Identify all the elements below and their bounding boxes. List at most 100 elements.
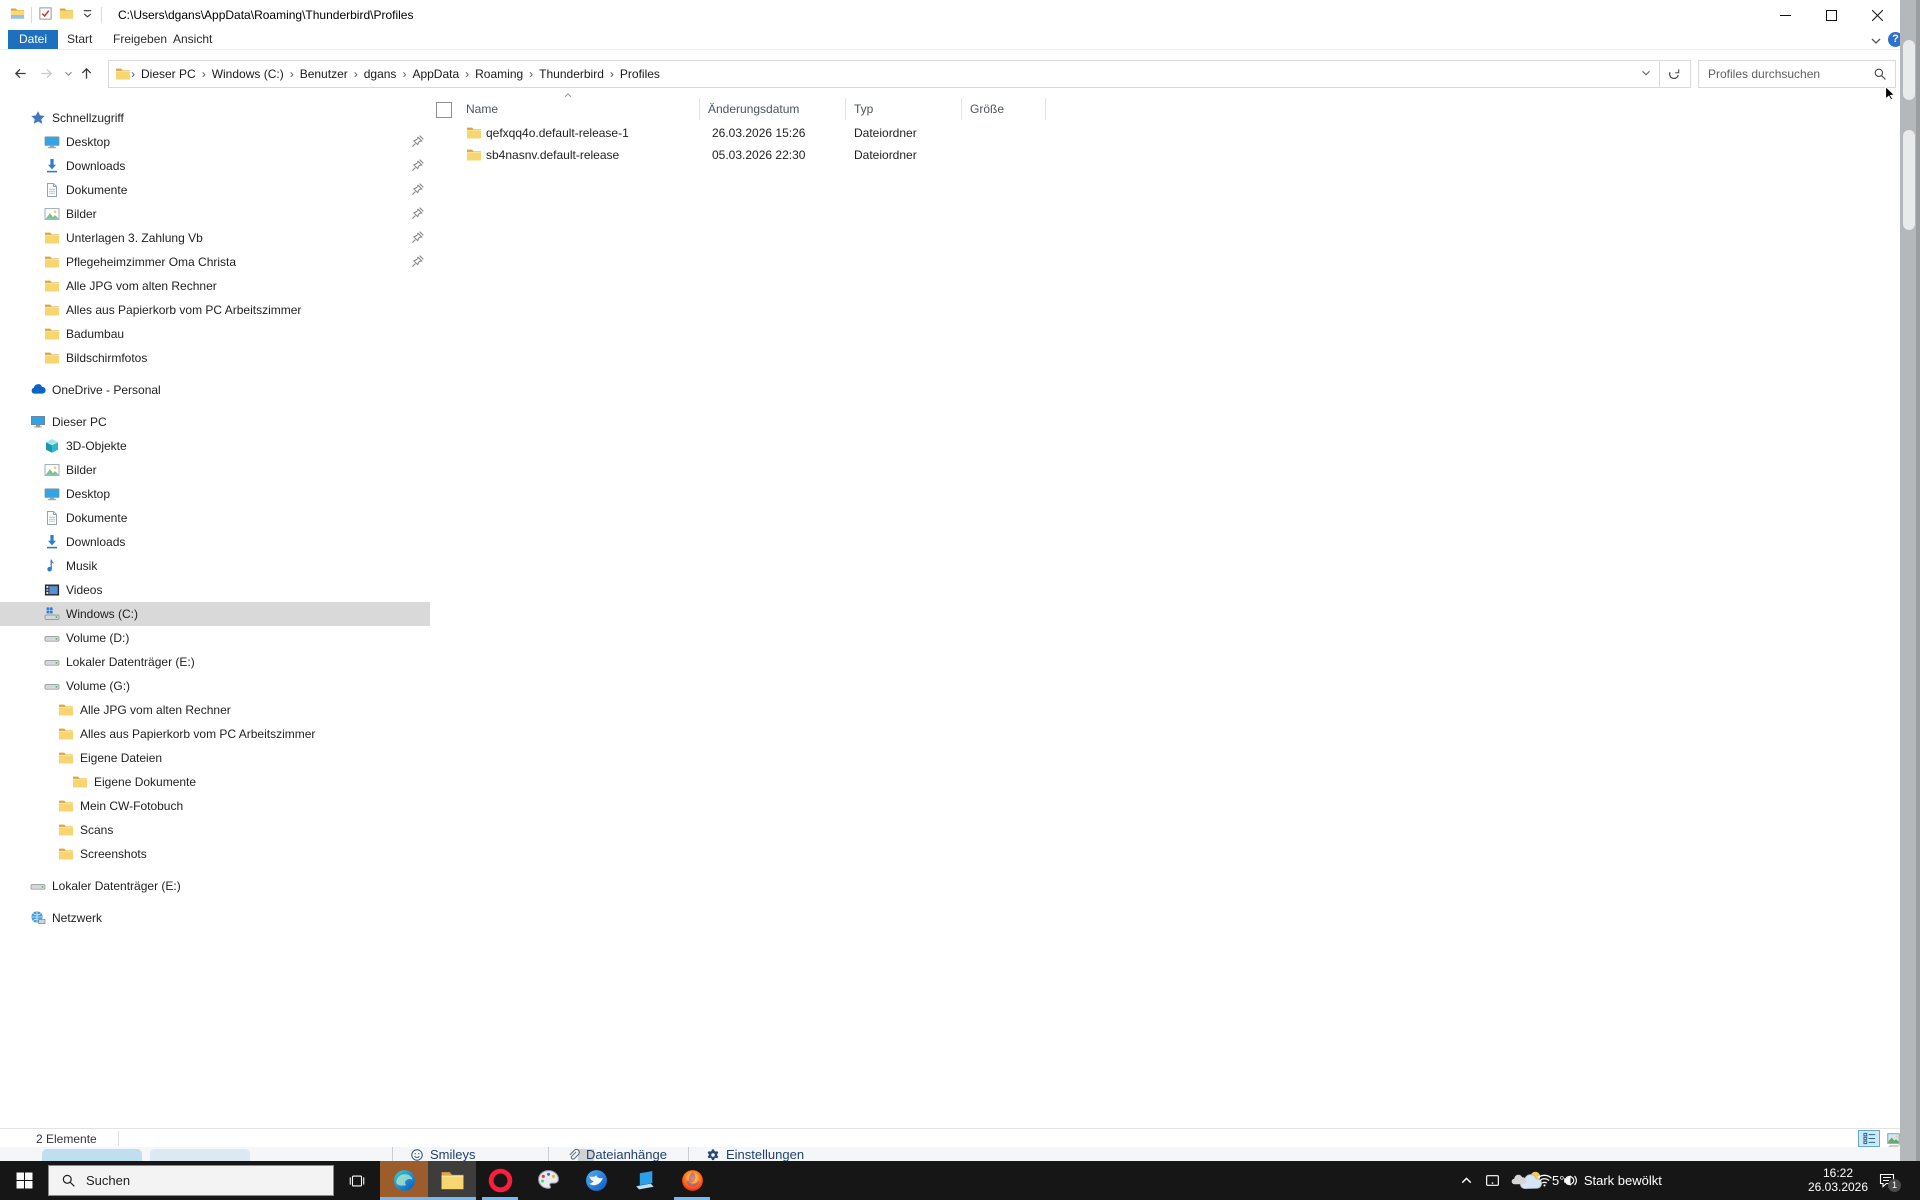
table-row[interactable]: qefxqq4o.default-release-1 26.03.2026 15:…	[430, 122, 1630, 144]
forward-button[interactable]	[34, 61, 58, 85]
sidebar-item-pflegeheimzimmer-oma-christa[interactable]: Pflegeheimzimmer Oma Christa	[0, 250, 430, 274]
tray-chevron-up-icon[interactable]	[1458, 1172, 1475, 1189]
qat-chevron-down-icon[interactable]	[80, 6, 95, 24]
sidebar-item-schnellzugriff[interactable]: Schnellzugriff	[0, 106, 430, 130]
background-toolbar-dateianhänge[interactable]: Dateianhänge	[566, 1147, 667, 1161]
sidebar-item-volume-g-[interactable]: Volume (G:)	[0, 674, 430, 698]
address-bar[interactable]: › Dieser PC › Windows (C:) › Benutzer › dgans › A…	[108, 60, 1660, 88]
breadcrumb-item[interactable]: Thunderbird	[533, 62, 610, 86]
sidebar-item-bildschirmfotos[interactable]: Bildschirmfotos	[0, 346, 430, 370]
breadcrumb-item[interactable]: Profiles	[614, 62, 666, 86]
thunderbird-icon	[584, 1168, 609, 1193]
qat-new-folder-icon[interactable]	[59, 6, 74, 24]
sidebar-item-downloads[interactable]: Downloads	[0, 530, 430, 554]
taskbar-app-opera[interactable]	[476, 1161, 524, 1200]
taskbar-app-device[interactable]	[620, 1161, 668, 1200]
minimize-button[interactable]	[1762, 0, 1808, 30]
breadcrumb-item[interactable]: Benutzer	[294, 62, 354, 86]
taskbar-app-thunderbird[interactable]	[572, 1161, 620, 1200]
background-toolbar-einstellungen[interactable]: Einstellungen	[706, 1147, 804, 1161]
sidebar-item-alle-jpg-vom-alten-rechner[interactable]: Alle JPG vom alten Rechner	[0, 274, 430, 298]
sidebar-item-scans[interactable]: Scans	[0, 818, 430, 842]
sidebar-item-lokaler-datentr-ger-e-[interactable]: Lokaler Datenträger (E:)	[0, 874, 430, 898]
cube-icon	[44, 438, 60, 454]
sidebar-item-screenshots[interactable]: Screenshots	[0, 842, 430, 866]
close-button[interactable]	[1854, 0, 1900, 30]
search-input[interactable]: Profiles durchsuchen	[1698, 60, 1896, 88]
refresh-button[interactable]	[1658, 60, 1691, 88]
sidebar-item-videos[interactable]: Videos	[0, 578, 430, 602]
sidebar-item-mein-cw-fotobuch[interactable]: Mein CW-Fotobuch	[0, 794, 430, 818]
background-toolbar-label: Smileys	[430, 1147, 476, 1161]
tray-tablet-icon[interactable]	[1484, 1172, 1501, 1189]
sidebar-item-alles-aus-papierkorb-vom-pc-arbeitszimmer[interactable]: Alles aus Papierkorb vom PC Arbeitszimme…	[0, 298, 430, 322]
background-toolbar-smileys[interactable]: Smileys	[410, 1147, 476, 1161]
taskbar-search-input[interactable]: Suchen	[48, 1165, 334, 1196]
sidebar-item-windows-c-[interactable]: Windows (C:)	[0, 602, 430, 626]
sidebar-item-label: Downloads	[66, 535, 126, 549]
taskbar-app-paint[interactable]	[524, 1161, 572, 1200]
status-bar: 2 Elemente	[0, 1128, 1900, 1148]
address-dropdown-chevron-icon[interactable]	[1639, 66, 1653, 80]
sidebar-item-volume-d-[interactable]: Volume (D:)	[0, 626, 430, 650]
sidebar-item-alles-aus-papierkorb-vom-pc-arbeitszimmer[interactable]: Alles aus Papierkorb vom PC Arbeitszimme…	[0, 722, 430, 746]
breadcrumb-item[interactable]: Dieser PC	[135, 62, 202, 86]
sidebar-item-3d-objekte[interactable]: 3D-Objekte	[0, 434, 430, 458]
sidebar-item-unterlagen-3-zahlung-vb[interactable]: Unterlagen 3. Zahlung Vb	[0, 226, 430, 250]
column-header-typ[interactable]: Typ	[846, 98, 962, 120]
sidebar-item-bilder[interactable]: Bilder	[0, 458, 430, 482]
sidebar-item-alle-jpg-vom-alten-rechner[interactable]: Alle JPG vom alten Rechner	[0, 698, 430, 722]
qat-explorer-icon[interactable]	[10, 6, 25, 24]
sidebar-item-bilder[interactable]: Bilder	[0, 202, 430, 226]
tray-volume-icon[interactable]	[1562, 1172, 1579, 1189]
select-all-checkbox[interactable]	[436, 102, 452, 118]
column-header-gr-e[interactable]: Größe	[962, 98, 1046, 120]
tab-datei[interactable]: Datei	[8, 30, 59, 49]
background-toolbar-label: Dateianhänge	[586, 1147, 667, 1161]
sidebar-item-dokumente[interactable]: Dokumente	[0, 506, 430, 530]
column-header--nderungsdatum[interactable]: Änderungsdatum	[700, 98, 846, 120]
search-icon[interactable]	[1873, 67, 1887, 81]
tab-start[interactable]: Start	[56, 30, 103, 49]
sidebar-item-lokaler-datentr-ger-e-[interactable]: Lokaler Datenträger (E:)	[0, 650, 430, 674]
tray-onedrive-icon[interactable]	[1510, 1172, 1527, 1189]
sidebar-item-dokumente[interactable]: Dokumente	[0, 178, 430, 202]
sidebar-item-netzwerk[interactable]: Netzwerk	[0, 906, 430, 930]
taskbar-app-edge[interactable]	[380, 1161, 428, 1200]
sidebar-item-onedrive-personal[interactable]: OneDrive - Personal	[0, 378, 430, 402]
sidebar-item-dieser-pc[interactable]: Dieser PC	[0, 410, 430, 434]
taskbar-clock[interactable]: 16:22 26.03.2026	[1802, 1166, 1874, 1194]
maximize-button[interactable]	[1808, 0, 1854, 30]
breadcrumb-item[interactable]: Roaming	[469, 62, 529, 86]
sidebar-item-label: Eigene Dateien	[80, 751, 163, 765]
sidebar-item-badumbau[interactable]: Badumbau	[0, 322, 430, 346]
tab-ansicht[interactable]: Ansicht	[162, 30, 223, 49]
details-view-button[interactable]	[1858, 1130, 1880, 1147]
task-view-button[interactable]	[334, 1161, 380, 1200]
column-header-name[interactable]: Name	[458, 98, 700, 120]
qat-properties-icon[interactable]	[38, 6, 53, 24]
breadcrumb-item[interactable]: AppData	[406, 62, 465, 86]
sidebar-item-downloads[interactable]: Downloads	[0, 154, 430, 178]
back-button[interactable]	[8, 61, 32, 85]
sidebar-item-label: Badumbau	[66, 327, 125, 341]
taskbar-app-firefox[interactable]	[668, 1161, 716, 1200]
breadcrumb-item[interactable]: dgans	[358, 62, 403, 86]
action-center-button[interactable]: 1	[1878, 1171, 1901, 1192]
tray-wifi-icon[interactable]	[1536, 1172, 1553, 1189]
desktop-icon	[44, 134, 60, 150]
sidebar-item-desktop[interactable]: Desktop	[0, 482, 430, 506]
taskbar-app-file-explorer[interactable]	[428, 1161, 476, 1200]
file-type: Dateiordner	[854, 148, 917, 162]
sidebar-item-musik[interactable]: Musik	[0, 554, 430, 578]
up-button[interactable]	[74, 61, 98, 85]
sidebar-item-desktop[interactable]: Desktop	[0, 130, 430, 154]
explorer-icon	[10, 6, 25, 21]
sidebar-item-eigene-dokumente[interactable]: Eigene Dokumente	[0, 770, 430, 794]
start-button[interactable]	[0, 1161, 48, 1200]
ribbon-collapse-icon[interactable]	[1868, 33, 1882, 47]
sidebar-item-eigene-dateien[interactable]: Eigene Dateien	[0, 746, 430, 770]
table-row[interactable]: sb4nasnv.default-release 05.03.2026 22:30…	[430, 144, 1630, 166]
breadcrumb-item[interactable]: Windows (C:)	[206, 62, 290, 86]
qat-separator	[101, 7, 102, 23]
